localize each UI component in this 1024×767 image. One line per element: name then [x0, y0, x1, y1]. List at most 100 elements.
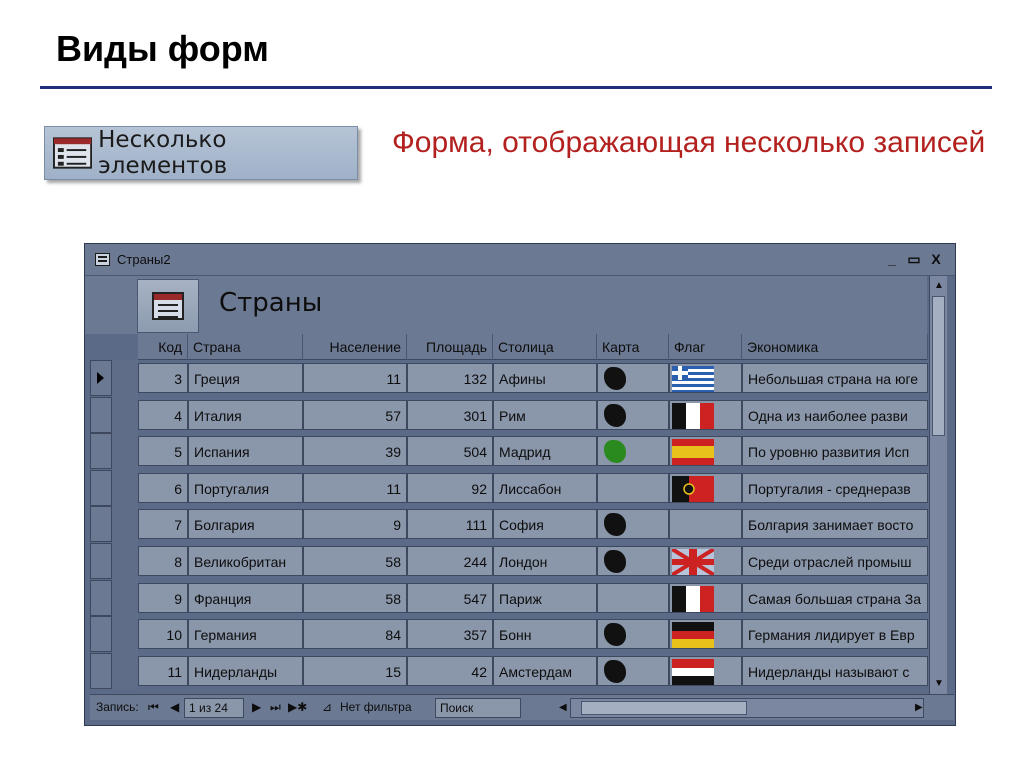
record-row[interactable]: 8 Великобритан 58 244 Лондон Среди отраслей п…	[138, 543, 928, 579]
economy-cell[interactable]: Германия лидирует в Евр	[742, 619, 928, 650]
population-cell[interactable]: 58	[303, 582, 407, 613]
code-cell[interactable]: 11	[138, 655, 188, 686]
flag-cell[interactable]	[669, 472, 742, 503]
search-input[interactable]: Поиск	[435, 698, 521, 718]
area-cell[interactable]: 504	[407, 436, 493, 467]
next-record-icon[interactable]: ▶	[252, 700, 261, 714]
economy-cell[interactable]: Португалия - среднеразв	[742, 472, 928, 503]
flag-cell[interactable]	[669, 546, 742, 576]
flag-cell[interactable]	[669, 582, 742, 613]
capital-cell[interactable]: София	[493, 509, 597, 540]
horizontal-scroll-thumb[interactable]	[581, 701, 747, 715]
record-row[interactable]: 6 Португалия 11 92 Лиссабон Португалия - сред…	[138, 470, 928, 506]
population-cell[interactable]: 15	[303, 655, 407, 686]
area-cell[interactable]: 42	[407, 655, 493, 686]
economy-cell[interactable]: По уровню развития Исп	[742, 436, 928, 467]
minimize-button[interactable]: _	[885, 251, 899, 267]
filter-icon[interactable]: ⊿	[322, 700, 332, 714]
flag-cell[interactable]	[669, 509, 742, 540]
scroll-down-icon[interactable]: ▼	[934, 678, 944, 689]
economy-cell[interactable]: Одна из наиболее разви	[742, 399, 928, 430]
country-cell[interactable]: Великобритан	[188, 546, 303, 576]
economy-cell[interactable]: Среди отраслей промыш	[742, 546, 928, 576]
area-cell[interactable]: 92	[407, 472, 493, 503]
population-cell[interactable]: 11	[303, 472, 407, 503]
country-cell[interactable]: Нидерланды	[188, 655, 303, 686]
record-selector[interactable]	[90, 652, 112, 689]
record-selector[interactable]	[90, 360, 112, 396]
record-selector[interactable]	[90, 433, 112, 470]
record-selector[interactable]	[90, 616, 112, 653]
capital-cell[interactable]: Рим	[493, 399, 597, 430]
column-header-population[interactable]: Население	[303, 334, 407, 360]
restore-button[interactable]: ▭	[907, 251, 921, 268]
country-cell[interactable]: Португалия	[188, 472, 303, 503]
map-cell[interactable]	[597, 509, 669, 540]
flag-cell[interactable]	[669, 619, 742, 650]
flag-cell[interactable]	[669, 363, 742, 393]
column-header-map[interactable]: Карта	[597, 334, 669, 360]
filter-status[interactable]: Нет фильтра	[340, 700, 412, 714]
country-cell[interactable]: Испания	[188, 436, 303, 467]
scroll-left-icon[interactable]: ◀	[559, 702, 567, 713]
country-cell[interactable]: Греция	[188, 363, 303, 393]
record-selector[interactable]	[90, 469, 112, 506]
area-cell[interactable]: 357	[407, 619, 493, 650]
code-cell[interactable]: 3	[138, 363, 188, 393]
previous-record-icon[interactable]: ◀	[170, 700, 179, 714]
economy-cell[interactable]: Нидерланды называют с	[742, 655, 928, 686]
map-cell[interactable]	[597, 582, 669, 613]
record-row[interactable]: 4 Италия 57 301 Рим Одна из наиболее разви	[138, 397, 928, 433]
record-row[interactable]: 11 Нидерланды 15 42 Амстердам Нидерланды назы…	[138, 653, 928, 689]
column-header-country[interactable]: Страна	[188, 334, 303, 360]
column-header-capital[interactable]: Столица	[493, 334, 597, 360]
code-cell[interactable]: 6	[138, 472, 188, 503]
capital-cell[interactable]: Лондон	[493, 546, 597, 576]
map-cell[interactable]	[597, 472, 669, 503]
record-position-input[interactable]: 1 из 24	[184, 698, 244, 718]
map-cell[interactable]	[597, 436, 669, 467]
capital-cell[interactable]: Париж	[493, 582, 597, 613]
population-cell[interactable]: 11	[303, 363, 407, 393]
area-cell[interactable]: 111	[407, 509, 493, 540]
record-selector[interactable]	[90, 396, 112, 433]
code-cell[interactable]: 8	[138, 546, 188, 576]
code-cell[interactable]: 10	[138, 619, 188, 650]
column-header-economy[interactable]: Экономика	[742, 334, 928, 360]
record-selector[interactable]	[90, 543, 112, 579]
horizontal-scrollbar[interactable]: ◀ ▶	[559, 698, 924, 718]
code-cell[interactable]: 9	[138, 582, 188, 613]
record-row[interactable]: 7 Болгария 9 111 София Болгария занимает вост…	[138, 506, 928, 542]
flag-cell[interactable]	[669, 399, 742, 430]
population-cell[interactable]: 9	[303, 509, 407, 540]
capital-cell[interactable]: Мадрид	[493, 436, 597, 467]
map-cell[interactable]	[597, 363, 669, 393]
last-record-icon[interactable]: ⏭	[270, 700, 281, 715]
record-row[interactable]: 3 Греция 11 132 Афины Небольшая страна на юге	[138, 360, 928, 396]
economy-cell[interactable]: Самая большая страна За	[742, 582, 928, 613]
country-cell[interactable]: Италия	[188, 399, 303, 430]
column-header-flag[interactable]: Флаг	[669, 334, 742, 360]
country-cell[interactable]: Германия	[188, 619, 303, 650]
population-cell[interactable]: 84	[303, 619, 407, 650]
flag-cell[interactable]	[669, 436, 742, 467]
first-record-icon[interactable]: ⏮	[148, 700, 159, 715]
area-cell[interactable]: 244	[407, 546, 493, 576]
record-selector[interactable]	[90, 506, 112, 543]
column-header-code[interactable]: Код	[138, 334, 188, 360]
code-cell[interactable]: 7	[138, 509, 188, 540]
country-cell[interactable]: Болгария	[188, 509, 303, 540]
record-row[interactable]: 9 Франция 58 547 Париж Самая большая страна З…	[138, 580, 928, 616]
capital-cell[interactable]: Амстердам	[493, 655, 597, 686]
area-cell[interactable]: 301	[407, 399, 493, 430]
new-record-icon[interactable]: ▶✱	[288, 700, 307, 714]
multiple-items-form-button[interactable]: Несколько элементов	[44, 126, 358, 180]
economy-cell[interactable]: Небольшая страна на юге	[742, 363, 928, 393]
economy-cell[interactable]: Болгария занимает восто	[742, 509, 928, 540]
map-cell[interactable]	[597, 399, 669, 430]
record-row[interactable]: 5 Испания 39 504 Мадрид По уровню развития Ис…	[138, 433, 928, 469]
column-header-area[interactable]: Площадь	[407, 334, 493, 360]
area-cell[interactable]: 547	[407, 582, 493, 613]
area-cell[interactable]: 132	[407, 363, 493, 393]
population-cell[interactable]: 58	[303, 546, 407, 576]
